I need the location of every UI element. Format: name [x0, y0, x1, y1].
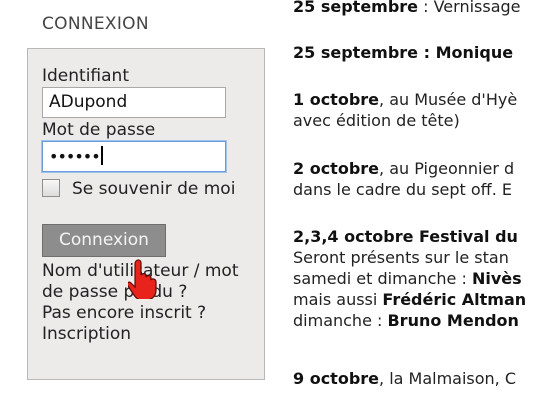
event-item: 25 septembre : Vernissage [293, 0, 521, 16]
register-link[interactable]: Inscription [42, 324, 254, 345]
hand-cursor-icon [128, 259, 157, 299]
remember-me-row: Se souvenir de moi [42, 178, 252, 201]
event-item: 25 septembre : Monique [293, 43, 514, 62]
event-item: 2 octobre, au Pigeonnier d dans le cadre… [293, 159, 515, 199]
remember-me-checkbox[interactable] [42, 179, 60, 197]
text-caret [100, 146, 103, 165]
username-label: Identifiant [42, 66, 129, 86]
login-button[interactable]: Connexion [42, 224, 166, 257]
password-mask: •••••• [49, 147, 101, 166]
events-list: 25 septembre : Vernissage 25 septembre :… [293, 0, 550, 408]
login-section-title: CONNEXION [42, 14, 149, 34]
event-item: 9 octobre, la Malmaison, C [293, 369, 517, 388]
password-label: Mot de passe [42, 120, 156, 140]
event-item: 1 octobre, au Musée d'Hyè avec édition d… [293, 90, 518, 130]
event-item: 2,3,4 octobre Festival du Seront présent… [293, 227, 527, 330]
remember-me-label[interactable]: Se souvenir de moi [72, 179, 235, 199]
username-input[interactable]: ADupond [42, 87, 226, 118]
register-prompt: Pas encore inscrit ? [42, 303, 207, 323]
password-input[interactable]: •••••• [42, 141, 226, 172]
login-form: Identifiant ADupond Mot de passe •••••• … [27, 48, 265, 380]
